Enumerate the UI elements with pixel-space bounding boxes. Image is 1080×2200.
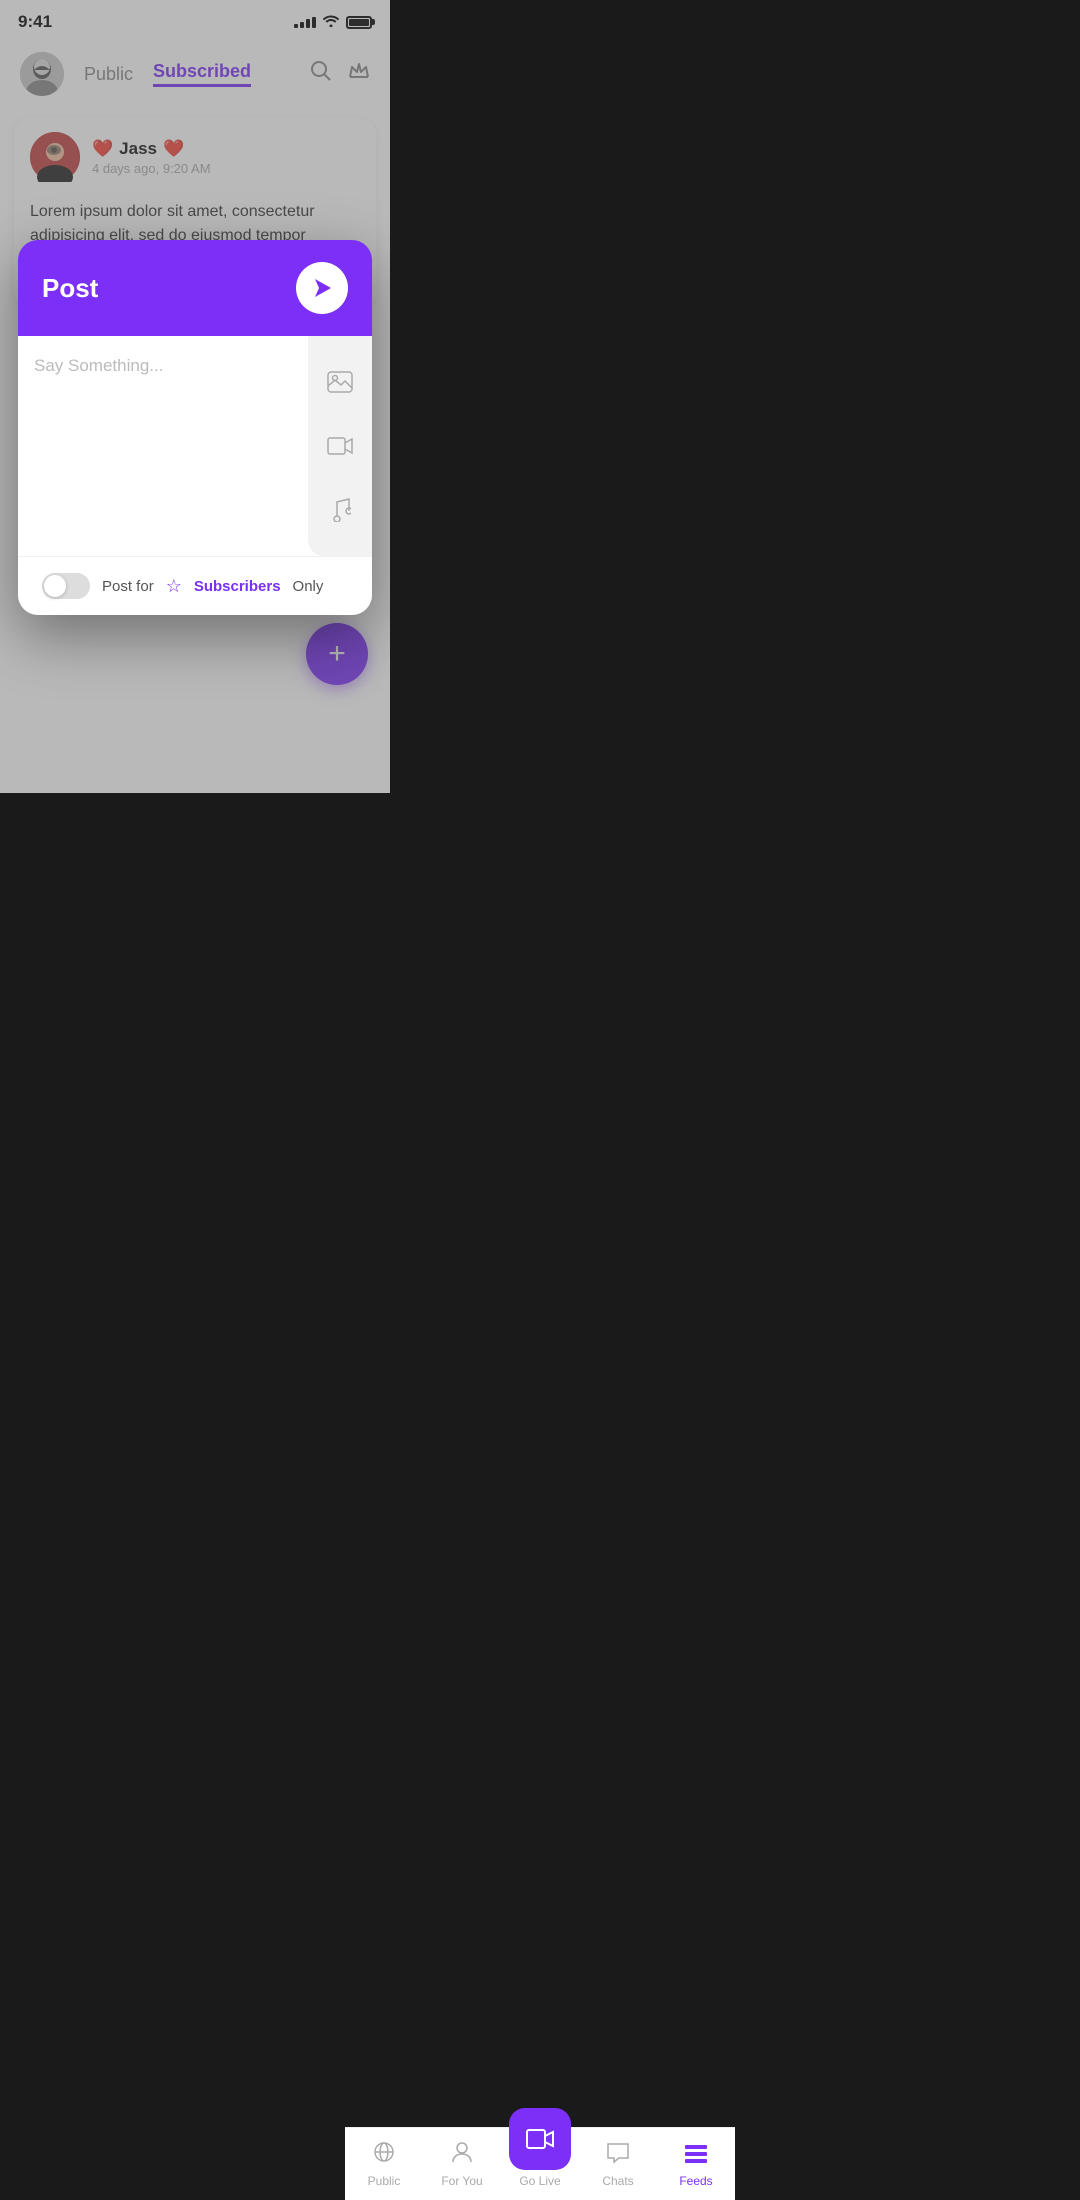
post-placeholder: Say Something... [34, 356, 163, 375]
music-upload-button[interactable] [320, 490, 360, 530]
app-page: 9:41 [0, 0, 390, 793]
profile-avatar[interactable] [20, 52, 64, 96]
image-upload-button[interactable] [320, 362, 360, 402]
post-modal-footer: Post for ☆ Subscribers Only [18, 556, 372, 615]
post-modal-title: Post [42, 273, 98, 304]
only-label: Only [293, 578, 324, 595]
status-icons [294, 14, 372, 30]
subscribers-toggle[interactable] [42, 573, 90, 599]
search-icon[interactable] [310, 60, 332, 88]
crown-icon[interactable] [348, 61, 370, 87]
post-modal-body: Say Something... [18, 336, 372, 556]
tab-public[interactable]: Public [84, 64, 133, 85]
create-post-fab[interactable]: + [306, 623, 368, 685]
post-for-label: Post for [102, 578, 154, 595]
post-modal: Post Say Something... [18, 240, 372, 615]
likes-row: ❤ 68 people like this [0, 790, 390, 793]
battery-icon [346, 16, 372, 29]
post-media-buttons [308, 336, 372, 556]
status-time: 9:41 [18, 12, 52, 32]
post-send-button[interactable] [296, 262, 348, 314]
post-username: ❤️ Jass ❤️ [92, 139, 360, 159]
tab-subscribed[interactable]: Subscribed [153, 61, 251, 87]
header-icons [310, 60, 370, 88]
star-icon: ☆ [166, 576, 182, 597]
post-avatar [30, 132, 80, 182]
wifi-icon [322, 14, 340, 30]
status-bar: 9:41 [0, 0, 390, 40]
post-modal-header: Post [18, 240, 372, 336]
video-upload-button[interactable] [320, 426, 360, 466]
header-tabs: Public Subscribed [0, 40, 390, 108]
lower-feed: ❤ 68 people like this 🤍 68 💬 11 ↪ 1 🎁 [0, 790, 390, 793]
subscribers-label[interactable]: Subscribers [194, 578, 281, 595]
post-text-input[interactable]: Say Something... [18, 336, 308, 556]
signal-bars-icon [294, 17, 316, 28]
post-time: 4 days ago, 9:20 AM [92, 161, 360, 176]
